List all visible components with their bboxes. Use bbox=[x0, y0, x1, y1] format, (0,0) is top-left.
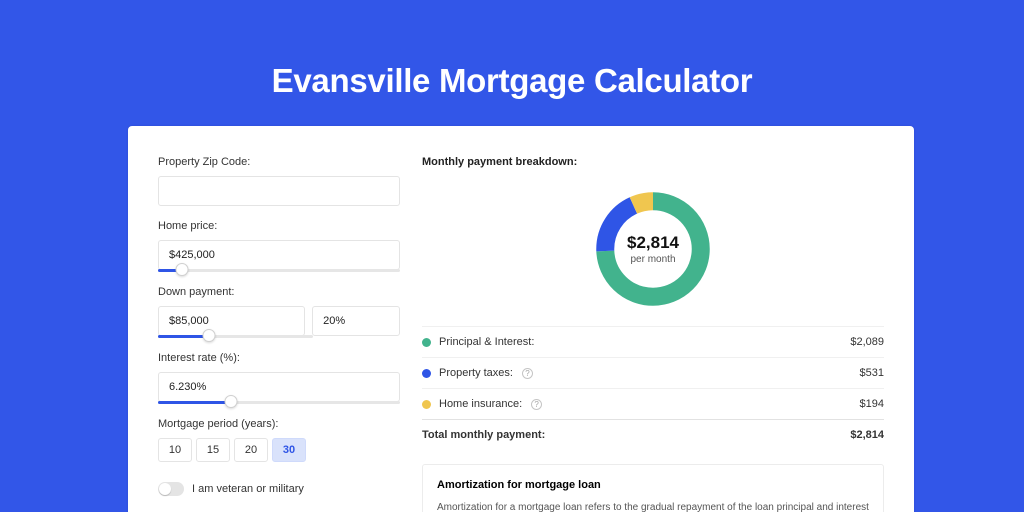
dot-icon bbox=[422, 338, 431, 347]
down-payment-input[interactable] bbox=[158, 306, 305, 336]
home-price-label: Home price: bbox=[158, 220, 400, 232]
amortization-heading: Amortization for mortgage loan bbox=[437, 479, 869, 491]
period-btn-10[interactable]: 10 bbox=[158, 438, 192, 462]
breakdown-row-taxes: Property taxes: ? $531 bbox=[422, 357, 884, 388]
breakdown-row-principal: Principal & Interest: $2,089 bbox=[422, 326, 884, 357]
down-payment-pct-input[interactable] bbox=[312, 306, 400, 336]
down-payment-slider[interactable] bbox=[158, 335, 313, 338]
donut-chart: $2,814 per month bbox=[590, 186, 716, 312]
donut-sub: per month bbox=[630, 254, 675, 265]
calculator-card: Property Zip Code: Home price: Down paym… bbox=[128, 126, 914, 512]
page-frame: Evansville Mortgage Calculator Property … bbox=[0, 0, 1024, 512]
info-icon[interactable]: ? bbox=[531, 399, 542, 410]
breakdown-label: Home insurance: bbox=[439, 398, 522, 410]
interest-input[interactable] bbox=[158, 372, 400, 402]
down-payment-label: Down payment: bbox=[158, 286, 400, 298]
interest-slider[interactable] bbox=[158, 401, 400, 404]
breakdown-row-insurance: Home insurance: ? $194 bbox=[422, 388, 884, 419]
zip-input[interactable] bbox=[158, 176, 400, 206]
dot-icon bbox=[422, 369, 431, 378]
breakdown-value: $2,089 bbox=[850, 336, 884, 348]
period-btn-20[interactable]: 20 bbox=[234, 438, 268, 462]
veteran-toggle[interactable] bbox=[158, 482, 184, 496]
dot-icon bbox=[422, 400, 431, 409]
interest-slider-fill bbox=[158, 401, 231, 404]
home-price-group: Home price: bbox=[158, 220, 400, 272]
period-btn-30[interactable]: 30 bbox=[272, 438, 306, 462]
amortization-section: Amortization for mortgage loan Amortizat… bbox=[422, 464, 884, 512]
home-price-input[interactable] bbox=[158, 240, 400, 270]
down-payment-slider-fill bbox=[158, 335, 209, 338]
info-icon[interactable]: ? bbox=[522, 368, 533, 379]
veteran-toggle-knob bbox=[159, 483, 171, 495]
period-group: Mortgage period (years): 10 15 20 30 bbox=[158, 418, 400, 462]
period-row: 10 15 20 30 bbox=[158, 438, 400, 462]
breakdown-label: Property taxes: bbox=[439, 367, 513, 379]
veteran-label: I am veteran or military bbox=[192, 483, 304, 495]
zip-group: Property Zip Code: bbox=[158, 156, 400, 206]
breakdown-value: $194 bbox=[860, 398, 884, 410]
breakdown-label: Principal & Interest: bbox=[439, 336, 534, 348]
breakdown-total-value: $2,814 bbox=[850, 429, 884, 441]
breakdown-heading: Monthly payment breakdown: bbox=[422, 156, 884, 168]
home-price-slider[interactable] bbox=[158, 269, 400, 272]
breakdown-value: $531 bbox=[860, 367, 884, 379]
home-price-slider-thumb[interactable] bbox=[176, 263, 189, 276]
breakdown-panel: Monthly payment breakdown: $2,814 per mo… bbox=[422, 156, 884, 512]
interest-slider-thumb[interactable] bbox=[224, 395, 237, 408]
donut-center: $2,814 per month bbox=[590, 186, 716, 312]
breakdown-total-label: Total monthly payment: bbox=[422, 429, 545, 441]
interest-group: Interest rate (%): bbox=[158, 352, 400, 404]
interest-label: Interest rate (%): bbox=[158, 352, 400, 364]
form-panel: Property Zip Code: Home price: Down paym… bbox=[158, 156, 400, 512]
breakdown-row-total: Total monthly payment: $2,814 bbox=[422, 419, 884, 450]
zip-label: Property Zip Code: bbox=[158, 156, 400, 168]
donut-value: $2,814 bbox=[627, 233, 679, 253]
down-payment-slider-thumb[interactable] bbox=[203, 329, 216, 342]
period-btn-15[interactable]: 15 bbox=[196, 438, 230, 462]
period-label: Mortgage period (years): bbox=[158, 418, 400, 430]
donut-wrap: $2,814 per month bbox=[422, 180, 884, 326]
veteran-row: I am veteran or military bbox=[158, 482, 400, 496]
amortization-text: Amortization for a mortgage loan refers … bbox=[437, 501, 869, 512]
down-payment-group: Down payment: bbox=[158, 286, 400, 338]
page-title: Evansville Mortgage Calculator bbox=[0, 0, 1024, 100]
